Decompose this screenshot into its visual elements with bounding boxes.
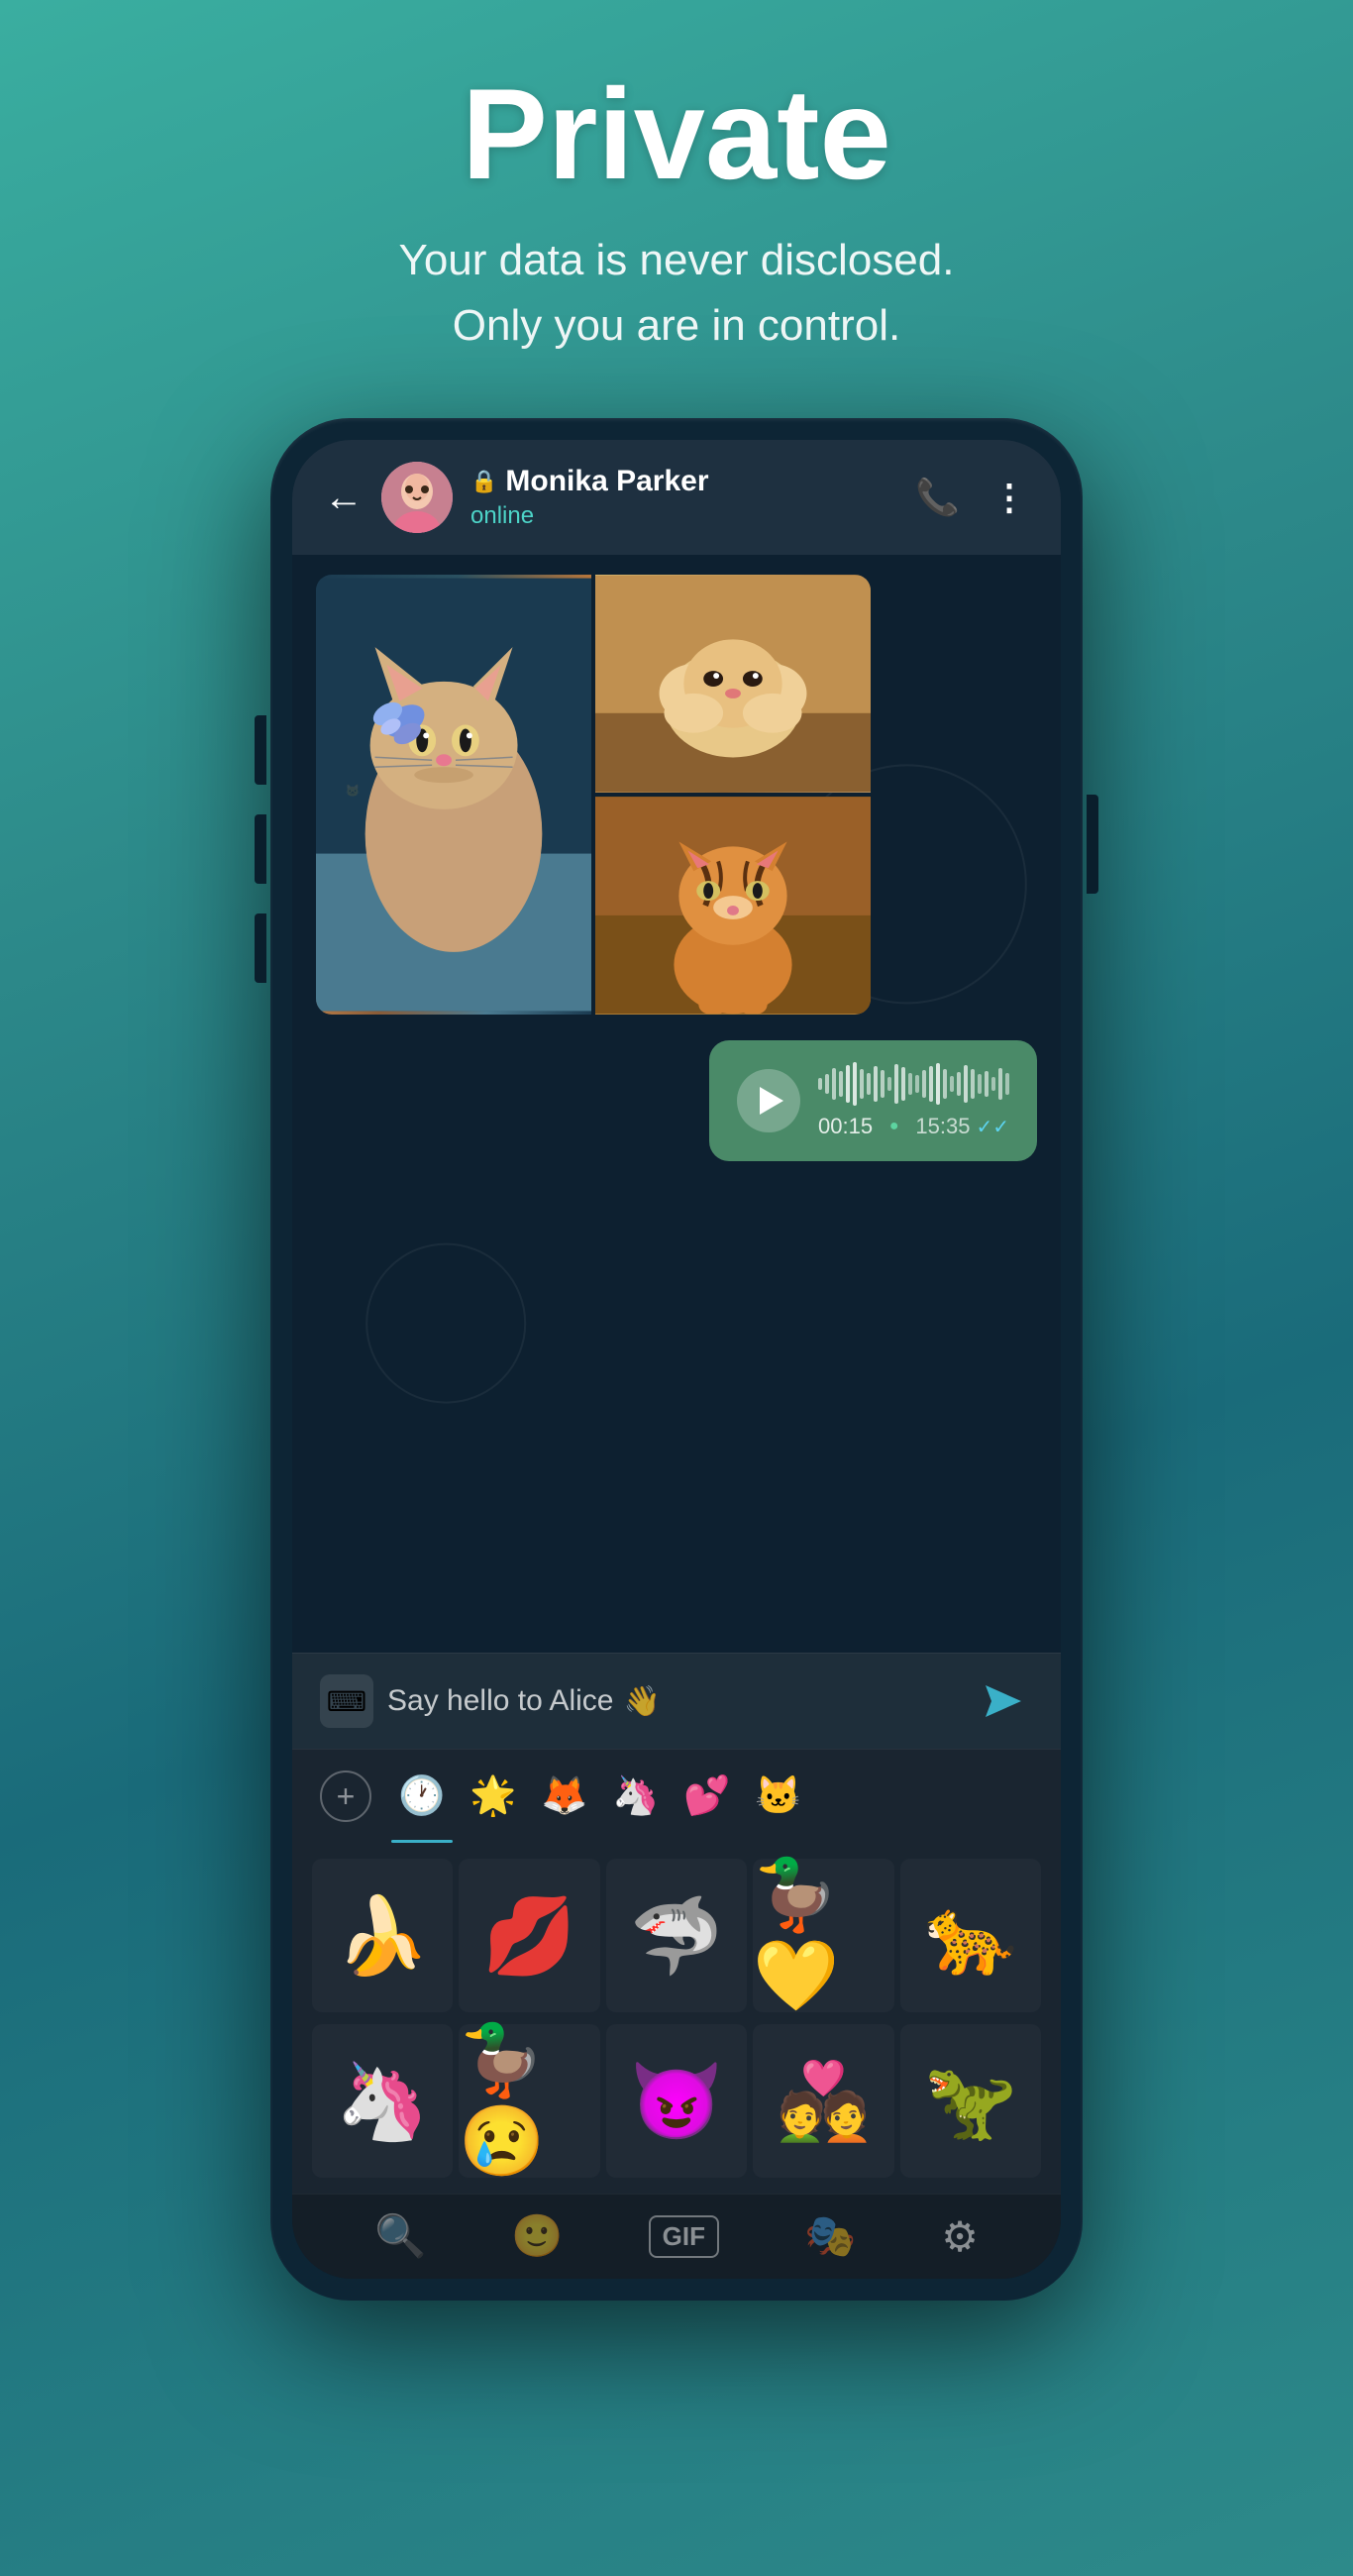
bottom-bar: 🔍 🙂 GIF 🎭 ⚙ bbox=[292, 2194, 1061, 2279]
contact-name[interactable]: Monika Parker bbox=[505, 465, 708, 498]
chat-header: ← 🔒 bbox=[292, 440, 1061, 555]
call-icon[interactable]: 📞 bbox=[915, 477, 960, 518]
sticker-grid-row2: 🦄 🦆😢 😈 💑 🦖 bbox=[292, 2018, 1061, 2194]
voice-duration: 00:15 bbox=[818, 1114, 873, 1139]
tab-recent[interactable]: 🕐 bbox=[391, 1766, 453, 1827]
gif-label: GIF bbox=[663, 2221, 705, 2251]
send-button[interactable] bbox=[974, 1671, 1033, 1731]
contact-info: 🔒 Monika Parker online bbox=[470, 465, 897, 530]
sticker-duck[interactable]: 🦆💛 bbox=[753, 1859, 893, 2012]
keyboard-toggle[interactable]: ⌨ bbox=[320, 1674, 373, 1728]
sticker-sad-duck[interactable]: 🦆😢 bbox=[459, 2024, 599, 2178]
chat-body: 🐱 bbox=[292, 555, 1061, 1653]
header-section: Private Your data is never disclosed. On… bbox=[300, 0, 1054, 398]
sticker-shark[interactable]: 🦈 bbox=[606, 1859, 747, 2012]
emoji-icon[interactable]: 🙂 bbox=[511, 2212, 563, 2261]
sticker-haha[interactable]: 😈 bbox=[606, 2024, 747, 2178]
image-hamster[interactable] bbox=[595, 575, 871, 793]
input-text: Say hello to Alice bbox=[387, 1684, 613, 1718]
wave-emoji: 👋 bbox=[623, 1684, 660, 1719]
more-options-icon[interactable]: ⋮ bbox=[991, 477, 1029, 518]
add-sticker-button[interactable]: + bbox=[320, 1771, 371, 1822]
sticker-grid-row1: 🍌 💋 🦈 🦆💛 🐆 bbox=[292, 1843, 1061, 2018]
lock-icon: 🔒 bbox=[470, 469, 497, 494]
settings-icon[interactable]: ⚙ bbox=[941, 2212, 979, 2261]
sticker-banana[interactable]: 🍌 bbox=[312, 1859, 453, 2012]
tab-sticker-4[interactable]: 💕 bbox=[676, 1766, 738, 1827]
phone-screen: ← 🔒 bbox=[292, 440, 1061, 2279]
input-area: ⌨ Say hello to Alice 👋 bbox=[292, 1653, 1061, 1749]
image-cat[interactable]: 🐱 bbox=[316, 575, 591, 1015]
check-marks: ✓✓ bbox=[976, 1115, 1009, 1139]
page-wrapper: Private Your data is never disclosed. On… bbox=[0, 0, 1353, 2576]
sticker-tab-bar: + 🕐 🌟 🦊 🦄 💕 🐱 bbox=[292, 1749, 1061, 1843]
message-input-display[interactable]: Say hello to Alice 👋 bbox=[387, 1684, 960, 1719]
voice-waveform-area: 00:15 ● 15:35 ✓✓ bbox=[818, 1062, 1009, 1139]
subtitle: Your data is never disclosed. Only you a… bbox=[399, 228, 955, 359]
tab-sticker-3[interactable]: 🦄 bbox=[605, 1766, 667, 1827]
sticker-icon[interactable]: 🎭 bbox=[804, 2212, 856, 2261]
keyboard-icon: ⌨ bbox=[327, 1685, 366, 1718]
gif-button[interactable]: GIF bbox=[649, 2215, 719, 2258]
sticker-leopard[interactable]: 🐆 bbox=[900, 1859, 1041, 2012]
sticker-unicorn[interactable]: 🦄 bbox=[312, 2024, 453, 2178]
contact-status: online bbox=[470, 502, 897, 530]
tab-sticker-2[interactable]: 🦊 bbox=[534, 1766, 595, 1827]
page-title: Private bbox=[399, 69, 955, 198]
voice-timestamp: 15:35 bbox=[915, 1114, 970, 1139]
tab-sticker-5[interactable]: 🐱 bbox=[748, 1766, 809, 1827]
sticker-dino[interactable]: 🦖 bbox=[900, 2024, 1041, 2178]
phone-outer: ← 🔒 bbox=[270, 418, 1083, 2301]
voice-message: 00:15 ● 15:35 ✓✓ bbox=[709, 1040, 1037, 1161]
svg-text:🐱: 🐱 bbox=[346, 784, 361, 798]
tab-sticker-1[interactable]: 🌟 bbox=[463, 1766, 524, 1827]
header-actions: 📞 ⋮ bbox=[915, 477, 1029, 518]
image-grid-message: 🐱 bbox=[316, 575, 871, 1015]
image-tiger[interactable] bbox=[595, 797, 871, 1015]
play-button[interactable] bbox=[737, 1069, 800, 1132]
avatar bbox=[381, 462, 453, 533]
search-icon[interactable]: 🔍 bbox=[374, 2212, 426, 2261]
sticker-kiss[interactable]: 💋 bbox=[459, 1859, 599, 2012]
back-button[interactable]: ← bbox=[324, 476, 364, 520]
contact-name-row: 🔒 Monika Parker bbox=[470, 465, 897, 498]
sticker-couple[interactable]: 💑 bbox=[753, 2024, 893, 2178]
